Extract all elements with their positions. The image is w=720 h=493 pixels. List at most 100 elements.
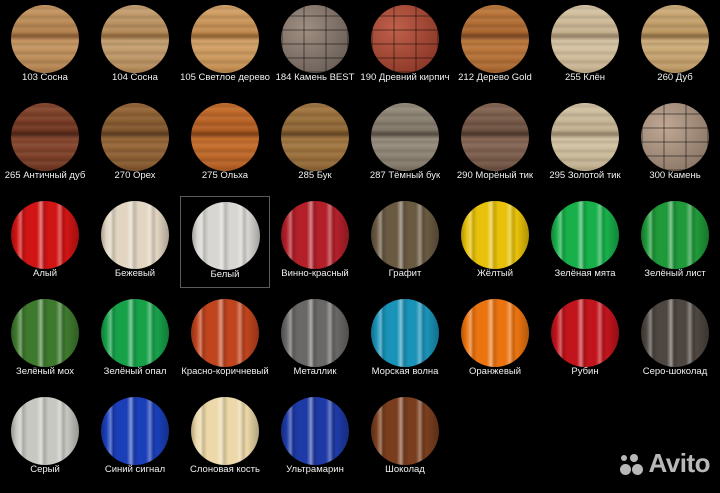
swatch-label: 105 Светлое дерево xyxy=(180,72,270,83)
color-swatch[interactable]: 300 Камень xyxy=(630,98,720,190)
swatch-label: 300 Камень xyxy=(649,170,701,181)
swatch-label: Морская волна xyxy=(371,366,439,377)
color-swatch[interactable]: 184 Камень BEST xyxy=(270,0,360,92)
swatch-label: 290 Морёный тик xyxy=(456,170,534,181)
swatch-label: Красно-коричневый xyxy=(181,366,269,377)
swatch-disc xyxy=(641,103,709,171)
swatch-label: Алый xyxy=(32,268,57,279)
avito-wordmark: Avito xyxy=(648,448,710,478)
swatch-label: 255 Клён xyxy=(564,72,606,83)
swatch-label: 260 Дуб xyxy=(657,72,693,83)
swatch-disc xyxy=(191,5,259,73)
swatch-label: 212 Дерево Gold xyxy=(458,72,532,83)
color-swatch[interactable]: Зелёный мох xyxy=(0,294,90,386)
color-swatch[interactable]: 103 Сосна xyxy=(0,0,90,92)
color-swatch[interactable]: 104 Сосна xyxy=(90,0,180,92)
color-swatch[interactable]: Красно-коричневый xyxy=(180,294,270,386)
swatch-label: 287 Тёмный бук xyxy=(369,170,441,181)
swatch-label: Белый xyxy=(210,269,240,280)
color-swatch[interactable]: Белый xyxy=(180,196,270,288)
color-swatch[interactable]: Алый xyxy=(0,196,90,288)
swatch-disc xyxy=(101,397,169,465)
color-swatch[interactable]: 290 Морёный тик xyxy=(450,98,540,190)
swatch-disc xyxy=(371,397,439,465)
color-swatch[interactable]: Ультрамарин xyxy=(270,392,360,484)
color-swatch[interactable]: Морская волна xyxy=(360,294,450,386)
color-swatch[interactable]: Зелёный опал xyxy=(90,294,180,386)
swatch-disc xyxy=(191,103,259,171)
swatch-label: Серо-шоколад xyxy=(642,366,708,377)
swatch-disc xyxy=(281,103,349,171)
color-swatch[interactable]: 285 Бук xyxy=(270,98,360,190)
swatch-disc xyxy=(281,5,349,73)
swatch-label: 295 Золотой тик xyxy=(549,170,621,181)
color-swatch[interactable]: Рубин xyxy=(540,294,630,386)
swatch-label: Серый xyxy=(30,464,60,475)
color-swatch[interactable]: 295 Золотой тик xyxy=(540,98,630,190)
swatch-disc xyxy=(192,202,260,270)
color-swatch[interactable]: Оранжевый xyxy=(450,294,540,386)
swatch-label: 275 Ольха xyxy=(201,170,249,181)
color-swatch[interactable]: Серый xyxy=(0,392,90,484)
swatch-disc xyxy=(11,103,79,171)
swatch-disc xyxy=(551,299,619,367)
swatch-label: Шоколад xyxy=(385,464,425,475)
swatch-disc xyxy=(281,201,349,269)
color-swatch[interactable]: Синий сигнал xyxy=(90,392,180,484)
swatch-disc xyxy=(281,299,349,367)
avito-watermark: Avito xyxy=(618,448,710,479)
color-swatch[interactable]: 260 Дуб xyxy=(630,0,720,92)
swatch-label: Слоновая кость xyxy=(190,464,260,475)
swatch-disc xyxy=(371,5,439,73)
color-swatch[interactable]: Жёлтый xyxy=(450,196,540,288)
swatch-disc xyxy=(461,299,529,367)
swatch-disc xyxy=(641,201,709,269)
swatch-label: Рубин xyxy=(571,366,599,377)
swatch-grid: 103 Сосна 104 Сосна 105 Светлое дерево 184 … xyxy=(0,0,720,493)
swatch-label: 270 Орех xyxy=(114,170,156,181)
swatch-label: 190 Древний кирпич xyxy=(360,72,450,83)
color-swatch[interactable]: 105 Светлое дерево xyxy=(180,0,270,92)
color-swatch[interactable]: Шоколад xyxy=(360,392,450,484)
color-swatch[interactable]: Зелёный лист xyxy=(630,196,720,288)
color-swatch[interactable]: Винно-красный xyxy=(270,196,360,288)
swatch-label: Графит xyxy=(388,268,422,279)
swatch-label: Зелёный опал xyxy=(103,366,167,377)
color-swatch[interactable]: 190 Древний кирпич xyxy=(360,0,450,92)
swatch-label: Винно-красный xyxy=(281,268,349,279)
swatch-disc xyxy=(101,103,169,171)
swatch-disc xyxy=(281,397,349,465)
swatch-disc xyxy=(11,5,79,73)
color-swatch[interactable]: Бежевый xyxy=(90,196,180,288)
color-swatch[interactable]: Серо-шоколад xyxy=(630,294,720,386)
swatch-disc xyxy=(371,299,439,367)
swatch-label: Зелёный мох xyxy=(15,366,74,377)
swatch-label: Оранжевый xyxy=(468,366,522,377)
swatch-label: Металлик xyxy=(293,366,337,377)
swatch-label: Жёлтый xyxy=(476,268,514,279)
swatch-disc xyxy=(101,201,169,269)
swatch-label: Зелёный лист xyxy=(644,268,706,279)
color-swatch[interactable]: Слоновая кость xyxy=(180,392,270,484)
swatch-disc xyxy=(371,103,439,171)
color-swatch[interactable]: 265 Античный дуб xyxy=(0,98,90,190)
swatch-disc xyxy=(641,5,709,73)
swatch-disc xyxy=(101,5,169,73)
color-swatch[interactable]: 287 Тёмный бук xyxy=(360,98,450,190)
swatch-disc xyxy=(101,299,169,367)
swatch-label: 285 Бук xyxy=(298,170,332,181)
swatch-disc xyxy=(551,103,619,171)
color-swatch[interactable]: 275 Ольха xyxy=(180,98,270,190)
color-swatch[interactable]: Зелёная мята xyxy=(540,196,630,288)
swatch-disc xyxy=(461,103,529,171)
color-swatch[interactable]: 270 Орех xyxy=(90,98,180,190)
swatch-label: 104 Сосна xyxy=(112,72,158,83)
color-swatch[interactable]: 212 Дерево Gold xyxy=(450,0,540,92)
swatch-label: 265 Античный дуб xyxy=(4,170,86,181)
color-swatch[interactable]: Графит xyxy=(360,196,450,288)
swatch-disc xyxy=(11,397,79,465)
color-swatch[interactable]: Металлик xyxy=(270,294,360,386)
swatch-disc xyxy=(461,201,529,269)
swatch-disc xyxy=(461,5,529,73)
color-swatch[interactable]: 255 Клён xyxy=(540,0,630,92)
